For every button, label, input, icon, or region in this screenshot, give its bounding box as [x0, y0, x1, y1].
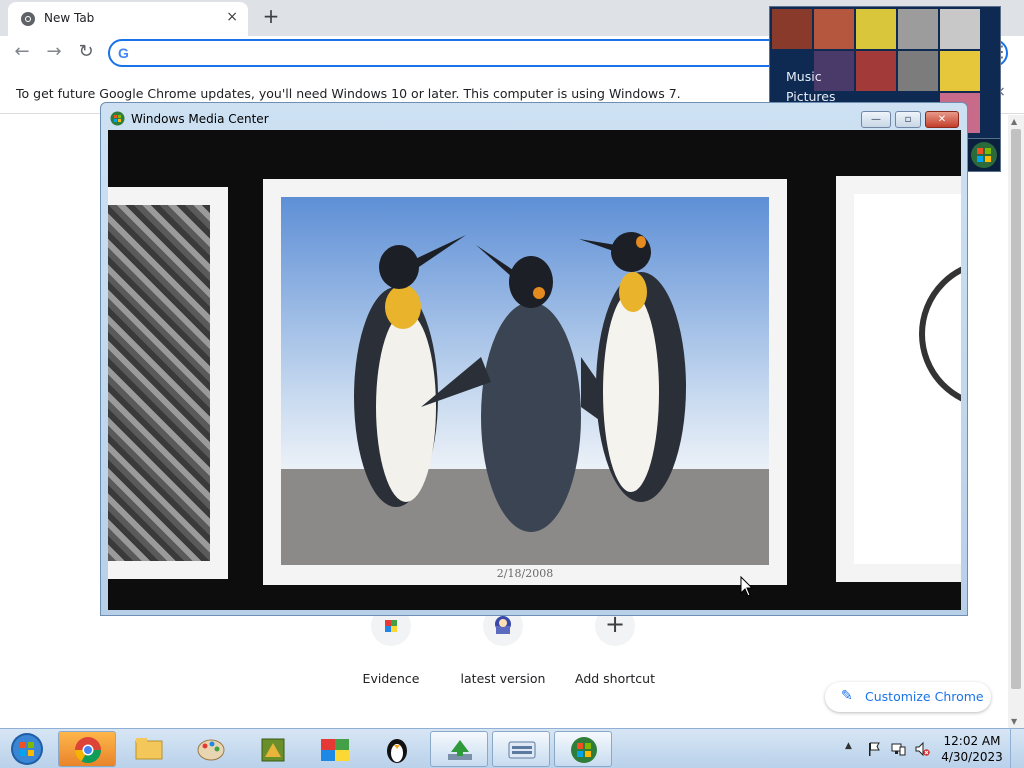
shortcut-label: latest version	[460, 671, 546, 686]
tab-new-tab[interactable]: New Tab ×	[8, 2, 248, 36]
scroll-up-icon[interactable]: ▲	[1011, 117, 1017, 126]
gadget-tile[interactable]	[898, 51, 938, 91]
green-app-icon	[261, 738, 285, 762]
gadget-tile[interactable]	[856, 51, 896, 91]
new-tab-button[interactable]: +	[258, 4, 284, 30]
feather-photo	[108, 205, 210, 561]
infobar-message: To get future Google Chrome updates, you…	[16, 86, 681, 101]
download-icon	[448, 740, 472, 760]
taskbar-paint[interactable]	[182, 731, 240, 767]
folder-icon	[135, 738, 163, 760]
forward-button[interactable]: →	[42, 41, 66, 65]
keyboard-icon	[508, 741, 536, 759]
action-center-flag-icon[interactable]	[866, 741, 882, 757]
minimize-button[interactable]: —	[861, 111, 891, 128]
shortcut-evidence[interactable]: Evidence	[335, 606, 447, 686]
shortcut-add[interactable]: + Add shortcut	[559, 606, 671, 686]
scroll-down-icon[interactable]: ▼	[1011, 717, 1017, 726]
media-center-taskbar-icon	[571, 737, 597, 763]
restore-button[interactable]: ▫	[895, 111, 921, 128]
chrome-icon	[74, 737, 102, 764]
gadget-tile[interactable]	[898, 9, 938, 49]
close-button[interactable]: ✕	[925, 111, 959, 128]
paint-palette-icon	[197, 739, 225, 761]
reload-button[interactable]: ↻	[74, 41, 98, 65]
tray-chevron-icon[interactable]: ▲	[845, 741, 861, 757]
taskbar-app-green[interactable]	[244, 731, 302, 767]
penguins-photo	[281, 197, 769, 565]
gadget-tile[interactable]	[856, 9, 896, 49]
windows-taskbar: ▲ 12:02 AM 4/30/2023	[0, 728, 1024, 768]
start-button[interactable]	[4, 731, 50, 767]
page-scrollbar[interactable]: ▲ ▼	[1008, 115, 1024, 728]
taskbar-explorer[interactable]	[120, 731, 178, 767]
next-photo-image	[854, 194, 961, 564]
gadget-tile[interactable]	[940, 9, 980, 49]
clock-date: 4/30/2023	[941, 750, 1003, 764]
taskbar-penguin-app[interactable]	[368, 731, 426, 767]
current-photo[interactable]: 2/18/2008	[263, 179, 787, 585]
network-icon[interactable]	[890, 741, 906, 757]
tab-close-icon[interactable]: ×	[226, 9, 238, 25]
slideshow-area[interactable]: 2/18/2008	[108, 130, 961, 610]
taskbar-keyboard-app[interactable]	[492, 731, 550, 767]
shortcut-label: Evidence	[362, 671, 420, 686]
address-input[interactable]	[142, 44, 742, 62]
google-icon: G	[118, 45, 129, 61]
next-photo[interactable]	[836, 176, 961, 582]
taskbar-app-multicolor[interactable]	[306, 731, 364, 767]
tab-title: New Tab	[44, 11, 95, 25]
show-desktop-button[interactable]	[1010, 729, 1024, 768]
penguin-icon	[387, 739, 407, 763]
multicolor-app-icon	[321, 739, 349, 761]
gadget-item-music[interactable]: Music	[786, 69, 822, 84]
system-clock[interactable]: 12:02 AM 4/30/2023	[940, 733, 1004, 765]
customize-chrome-label: Customize Chrome	[865, 689, 984, 704]
pencil-icon: ✎	[841, 688, 853, 704]
mouse-cursor-icon	[740, 576, 754, 597]
customize-chrome-button[interactable]: ✎ Customize Chrome	[825, 682, 991, 712]
taskbar-media-center[interactable]	[554, 731, 612, 767]
gadget-tile[interactable]	[814, 9, 854, 49]
taskbar-download-app[interactable]	[430, 731, 488, 767]
media-center-icon	[110, 111, 125, 126]
gadget-windows-icon[interactable]	[967, 138, 1001, 172]
gadget-tile[interactable]	[772, 9, 812, 49]
volume-muted-icon[interactable]	[914, 741, 930, 757]
photo-date: 2/18/2008	[496, 567, 554, 580]
window-title: Windows Media Center	[131, 112, 269, 126]
clock-time: 12:02 AM	[943, 734, 1001, 748]
media-center-window[interactable]: Windows Media Center — ▫ ✕ 2/18/2008	[100, 102, 968, 616]
scroll-thumb[interactable]	[1011, 129, 1021, 689]
chrome-favicon-icon	[21, 12, 35, 26]
taskbar-chrome[interactable]	[58, 731, 116, 767]
gadget-tile[interactable]	[940, 51, 980, 91]
back-button[interactable]: ←	[10, 41, 34, 65]
shortcut-latest-version[interactable]: latest version	[447, 606, 559, 686]
previous-photo[interactable]	[108, 187, 228, 579]
shortcut-label: Add shortcut	[575, 671, 655, 686]
